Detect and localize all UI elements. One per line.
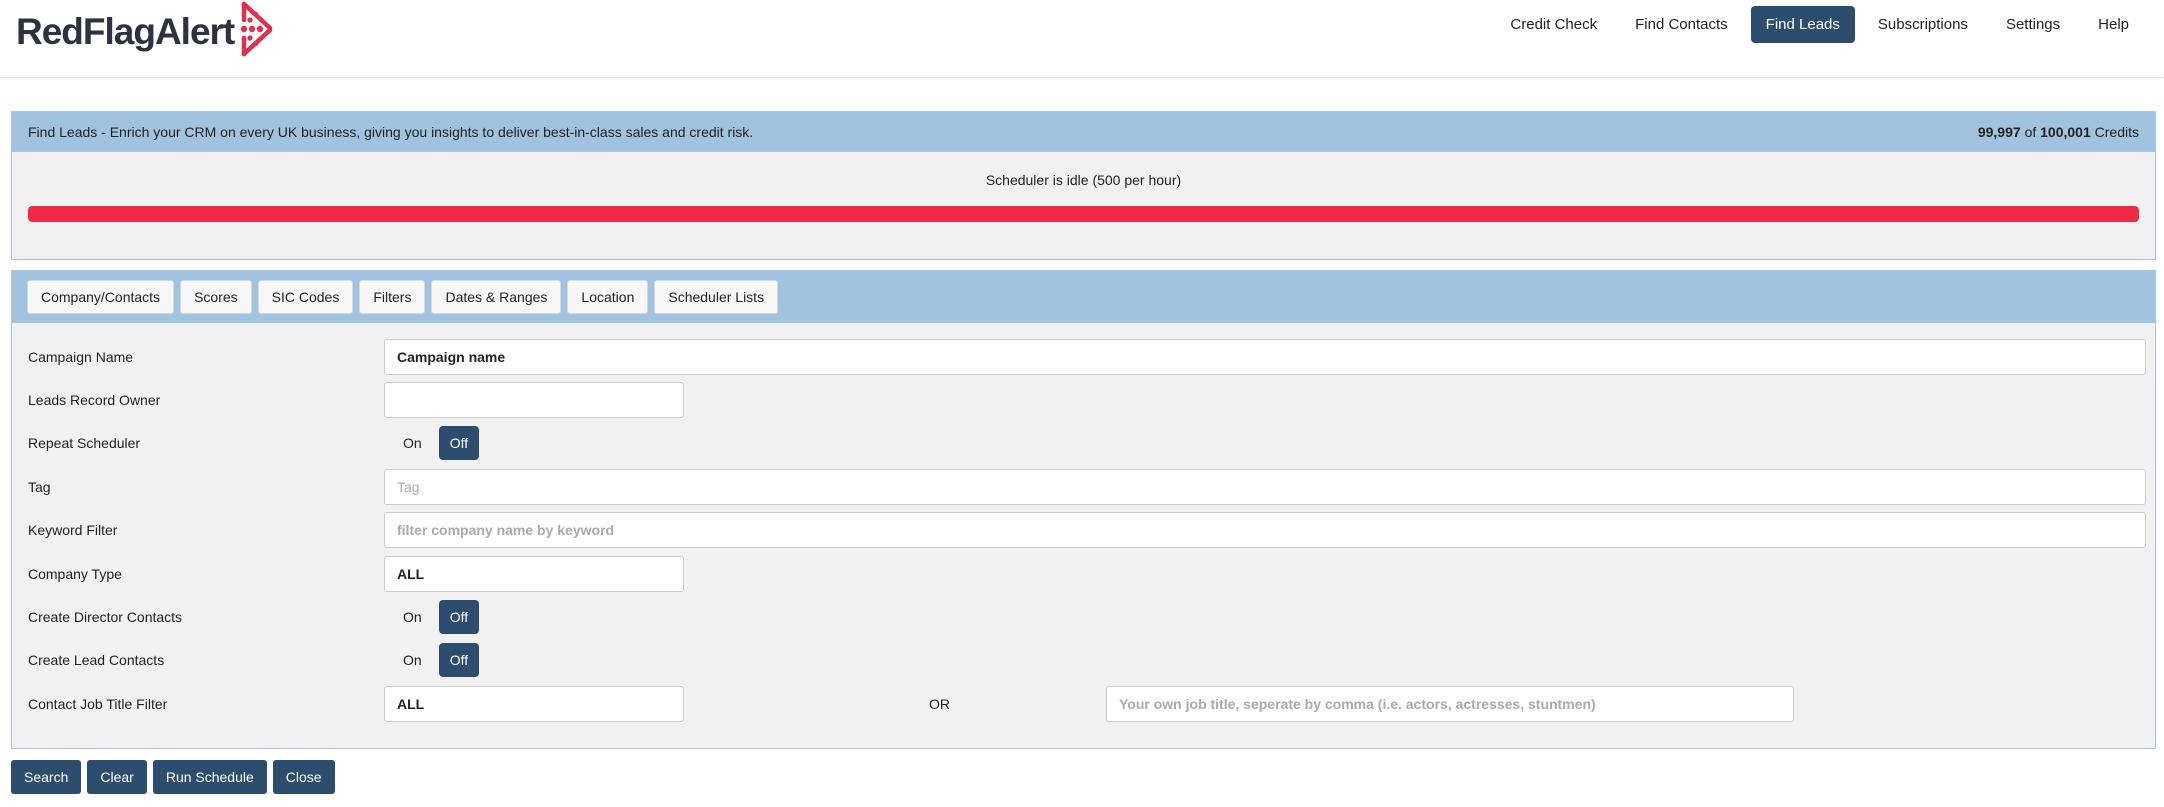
create-director-contacts-toggle: On Off xyxy=(392,599,480,635)
repeat-scheduler-off[interactable]: Off xyxy=(438,426,480,460)
nav-find-contacts[interactable]: Find Contacts xyxy=(1620,6,1743,43)
create-director-contacts-on[interactable]: On xyxy=(392,600,433,634)
tab-scheduler-lists[interactable]: Scheduler Lists xyxy=(654,279,779,314)
keyword-filter-input[interactable] xyxy=(384,512,2146,548)
custom-job-title-input[interactable] xyxy=(1106,686,1794,722)
credits-used: 99,997 xyxy=(1977,123,2021,140)
tag-input[interactable] xyxy=(384,469,2146,505)
keyword-filter-label: Keyword Filter xyxy=(28,522,118,538)
credits-label: Credits xyxy=(2094,123,2139,140)
create-lead-contacts-off[interactable]: Off xyxy=(438,643,480,677)
run-schedule-button[interactable]: Run Schedule xyxy=(152,760,267,794)
nav-find-leads[interactable]: Find Leads xyxy=(1750,6,1855,43)
leads-record-owner-label: Leads Record Owner xyxy=(28,392,161,408)
tag-row: Tag xyxy=(12,469,2155,505)
credits-total: 100,001 xyxy=(2040,123,2091,140)
repeat-scheduler-on[interactable]: On xyxy=(392,426,433,460)
tab-bar: Company/Contacts Scores SIC Codes Filter… xyxy=(12,271,2155,323)
create-lead-contacts-row: Create Lead Contacts On Off xyxy=(12,642,2155,678)
main-nav: Credit Check Find Contacts Find Leads Su… xyxy=(1495,6,2144,43)
campaign-name-row: Campaign Name xyxy=(12,339,2155,375)
clear-button[interactable]: Clear xyxy=(87,760,147,794)
contact-job-title-filter-row: Contact Job Title Filter OR xyxy=(12,686,2155,722)
repeat-scheduler-label: Repeat Scheduler xyxy=(28,435,141,451)
close-button[interactable]: Close xyxy=(272,760,335,794)
logo-text: RedFlagAlert xyxy=(16,11,235,52)
campaign-name-input[interactable] xyxy=(384,339,2146,375)
scheduler-status: Scheduler is idle (500 per hour) xyxy=(985,172,1182,188)
nav-help[interactable]: Help xyxy=(2083,6,2144,43)
tag-label: Tag xyxy=(28,479,51,495)
credits-counter: 99,997 of 100,001 Credits xyxy=(1978,124,2139,140)
form-panel: Company/Contacts Scores SIC Codes Filter… xyxy=(11,270,2156,749)
campaign-name-label: Campaign Name xyxy=(28,349,134,365)
nav-credit-check[interactable]: Credit Check xyxy=(1495,6,1612,43)
brand-mark-icon xyxy=(241,1,273,57)
leads-record-owner-input[interactable] xyxy=(384,382,684,418)
repeat-scheduler-row: Repeat Scheduler On Off xyxy=(12,425,2155,461)
or-separator: OR xyxy=(929,696,950,712)
tab-filters[interactable]: Filters xyxy=(359,279,426,314)
tab-scores[interactable]: Scores xyxy=(180,279,252,314)
tab-sic-codes[interactable]: SIC Codes xyxy=(257,279,354,314)
logo[interactable]: RedFlagAlert xyxy=(16,0,276,64)
company-type-row: Company Type xyxy=(12,556,2155,592)
create-director-contacts-off[interactable]: Off xyxy=(438,600,480,634)
tab-company-contacts[interactable]: Company/Contacts xyxy=(27,279,175,314)
create-director-contacts-label: Create Director Contacts xyxy=(28,609,183,625)
credits-of: of xyxy=(2024,123,2037,140)
tab-dates-ranges[interactable]: Dates & Ranges xyxy=(431,279,562,314)
create-director-contacts-row: Create Director Contacts On Off xyxy=(12,599,2155,635)
create-lead-contacts-label: Create Lead Contacts xyxy=(28,652,165,668)
top-header: RedFlagAlert Credit Check Find Contacts … xyxy=(0,0,2164,78)
create-lead-contacts-toggle: On Off xyxy=(392,642,480,678)
repeat-scheduler-toggle: On Off xyxy=(392,425,480,461)
nav-settings[interactable]: Settings xyxy=(1991,6,2075,43)
page-description: Find Leads - Enrich your CRM on every UK… xyxy=(28,123,754,140)
tab-location[interactable]: Location xyxy=(567,279,649,314)
nav-subscriptions[interactable]: Subscriptions xyxy=(1863,6,1983,43)
create-lead-contacts-on[interactable]: On xyxy=(392,643,433,677)
info-panel: Find Leads - Enrich your CRM on every UK… xyxy=(11,111,2156,260)
search-button[interactable]: Search xyxy=(11,760,82,794)
contact-job-title-filter-label: Contact Job Title Filter xyxy=(28,696,168,712)
contact-job-title-select[interactable] xyxy=(384,686,684,722)
info-panel-header: Find Leads - Enrich your CRM on every UK… xyxy=(12,112,2155,152)
scheduler-progress-fill xyxy=(28,206,2139,222)
keyword-filter-row: Keyword Filter xyxy=(12,512,2155,548)
action-bar: Search Clear Run Schedule Close xyxy=(11,760,335,794)
leads-record-owner-row: Leads Record Owner xyxy=(12,382,2155,418)
scheduler-progress-bar xyxy=(28,206,2139,222)
company-type-select[interactable] xyxy=(384,556,684,592)
company-type-label: Company Type xyxy=(28,566,122,582)
